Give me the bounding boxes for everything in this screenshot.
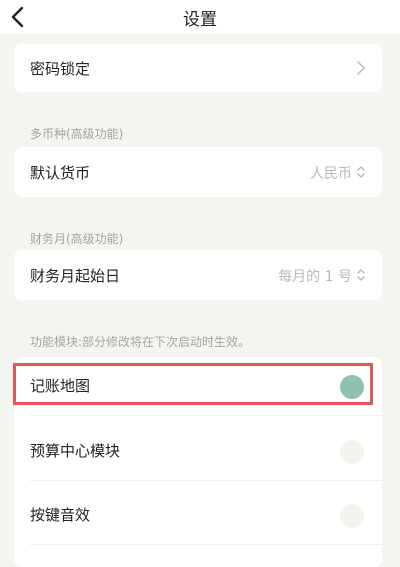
divider <box>30 544 382 545</box>
finance-month-start-label: 财务月起始日 <box>30 267 121 285</box>
up-down-icon <box>357 166 365 178</box>
password-lock-label: 密码锁定 <box>30 60 91 78</box>
toggle-map[interactable] <box>340 375 364 399</box>
finance-month-card: 财务月起始日 每月的 1 号 <box>14 250 382 300</box>
default-currency-label: 默认货币 <box>30 164 91 182</box>
default-currency-value: 人民币 <box>310 166 352 182</box>
password-lock-row[interactable]: 密码锁定 <box>14 43 382 93</box>
password-lock-card: 密码锁定 <box>14 44 382 92</box>
section-label-multi-currency: 多币种(高级功能) <box>30 127 124 141</box>
finance-month-start-row[interactable]: 财务月起始日 每月的 1 号 <box>14 250 382 300</box>
section-label-modules: 功能模块:部分修改将在下次启动时生效。 <box>30 335 251 349</box>
currency-card: 默认货币 人民币 <box>14 147 382 197</box>
module-label-budget: 预算中心模块 <box>30 442 121 460</box>
divider <box>30 415 382 416</box>
chevron-right-icon <box>357 61 365 75</box>
toggle-budget[interactable] <box>340 440 364 464</box>
module-row-map[interactable]: 记账地图 <box>14 360 382 410</box>
module-label-key-sound: 按键音效 <box>30 506 91 524</box>
top-bar: 设置 <box>0 0 400 34</box>
module-row-budget[interactable]: 预算中心模块 <box>14 425 382 475</box>
up-down-icon <box>357 269 365 281</box>
toggle-key-sound[interactable] <box>340 504 364 528</box>
modules-card: 记账地图 预算中心模块 按键音效 <box>14 357 382 567</box>
module-row-key-sound[interactable]: 按键音效 <box>14 489 382 539</box>
finance-month-start-value: 每月的 1 号 <box>278 269 352 285</box>
page-title: 设置 <box>183 10 217 30</box>
module-label-map: 记账地图 <box>30 377 91 395</box>
divider <box>30 480 382 481</box>
section-label-finance-month: 财务月(高级功能) <box>30 232 124 246</box>
default-currency-row[interactable]: 默认货币 人民币 <box>14 147 382 197</box>
